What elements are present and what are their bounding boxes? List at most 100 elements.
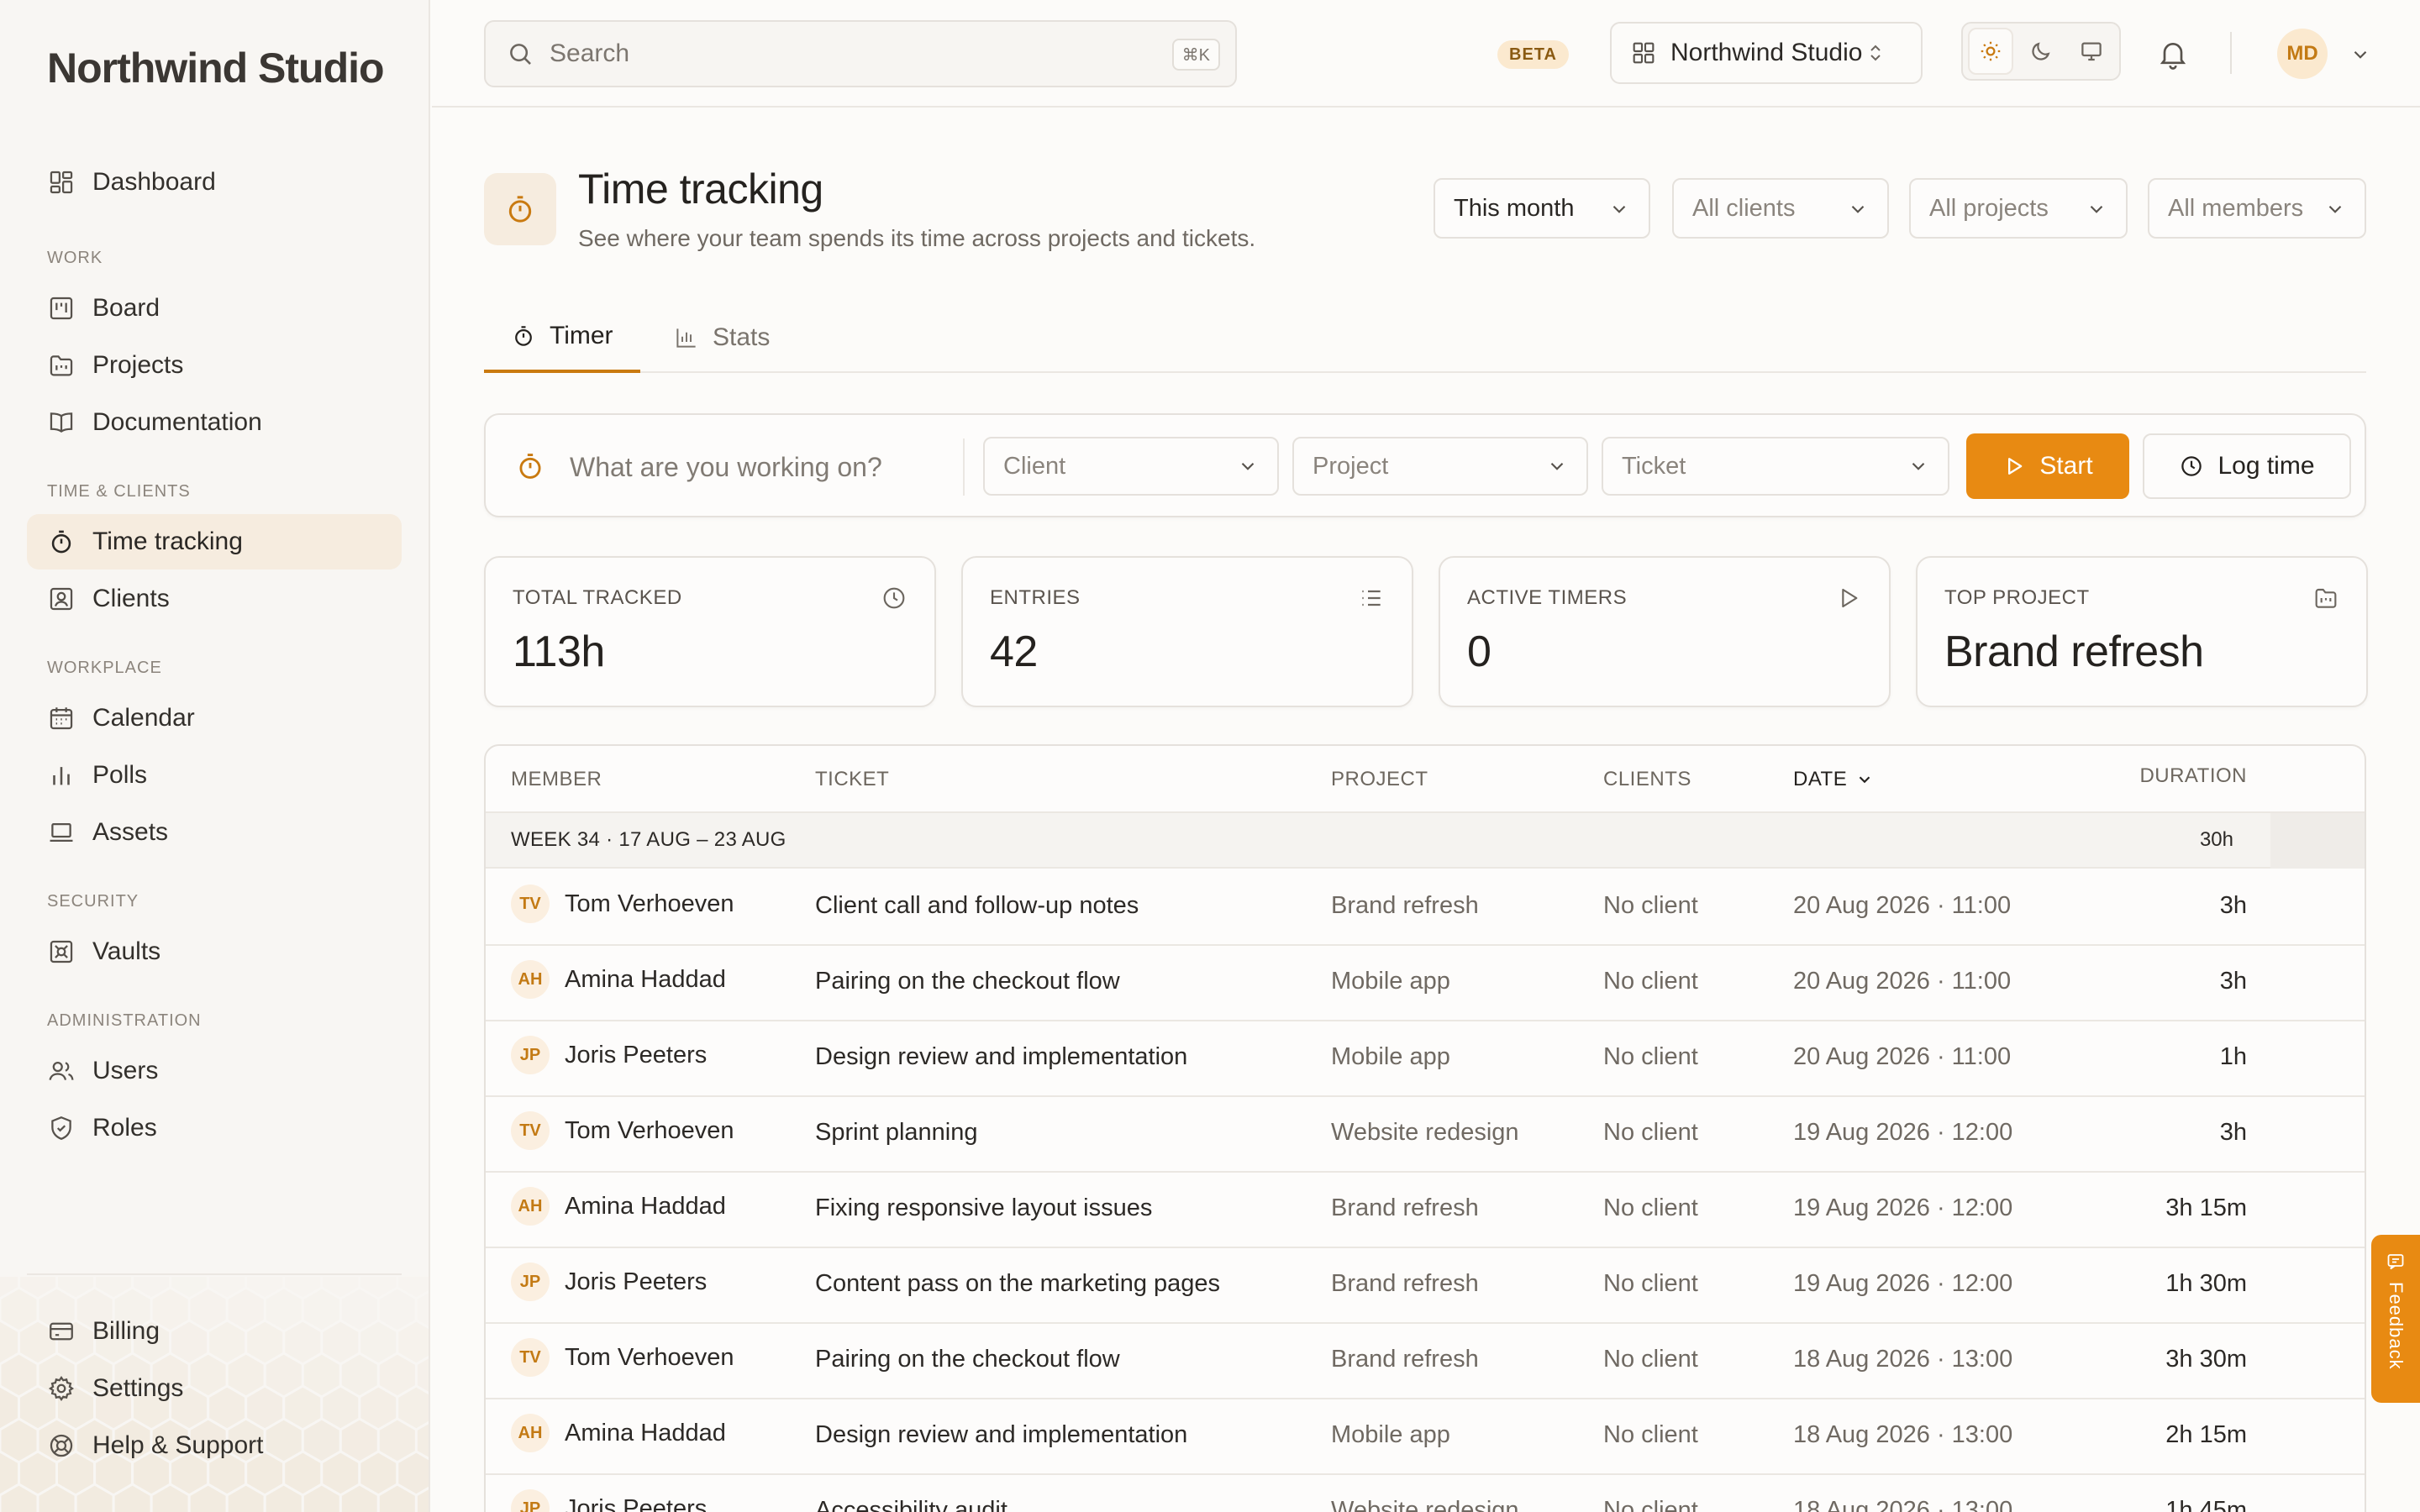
ticket-cell[interactable]: Content pass on the marketing pages xyxy=(815,1270,1220,1298)
log-time-label: Log time xyxy=(2217,452,2315,480)
ticket-cell[interactable]: Pairing on the checkout flow xyxy=(815,1346,1120,1373)
sidebar-item-clients[interactable]: Clients xyxy=(27,571,402,627)
sidebar-item-vaults[interactable]: Vaults xyxy=(27,924,402,979)
ticket-cell[interactable]: Design review and implementation xyxy=(815,1043,1187,1071)
feedback-tab[interactable]: Feedback xyxy=(2371,1235,2420,1403)
calendar-icon xyxy=(47,704,76,732)
sidebar-item-help[interactable]: Help & Support xyxy=(27,1418,402,1473)
theme-light-button[interactable] xyxy=(1968,28,2014,75)
member-cell: TV Tom Verhoeven xyxy=(511,1338,734,1377)
log-time-button[interactable]: Log time xyxy=(2143,433,2351,499)
members-filter[interactable]: All members xyxy=(2148,178,2366,239)
client-cell: No client xyxy=(1603,1270,1698,1297)
member-cell: AH Amina Haddad xyxy=(511,1187,726,1226)
project-cell: Brand refresh xyxy=(1331,1270,1479,1297)
brand-logo[interactable]: Northwind Studio xyxy=(47,44,385,92)
member-avatar: AH xyxy=(511,1187,550,1226)
sidebar-item-roles[interactable]: Roles xyxy=(27,1100,402,1156)
table-row[interactable]: AH Amina Haddad Fixing responsive layout i… xyxy=(486,1173,2365,1248)
topbar-divider xyxy=(2230,32,2232,74)
table-row[interactable]: TV Tom Verhoeven Client call and follow-up… xyxy=(486,870,2365,946)
tab-timer[interactable]: Timer xyxy=(484,302,640,373)
table-row[interactable]: JP Joris Peeters Design review and impleme… xyxy=(486,1021,2365,1097)
column-date-label: DATE xyxy=(1793,768,1848,790)
sidebar-item-label: Billing xyxy=(92,1317,160,1345)
table-row[interactable]: TV Tom Verhoeven Pairing on the checkout f… xyxy=(486,1324,2365,1399)
ticket-cell[interactable]: Client call and follow-up notes xyxy=(815,892,1139,920)
workspace-switcher[interactable]: Northwind Studio xyxy=(1610,22,1923,84)
project-cell: Mobile app xyxy=(1331,968,1450,995)
member-cell: AH Amina Haddad xyxy=(511,960,726,999)
theme-dark-button[interactable] xyxy=(2018,28,2064,75)
period-filter-value: This month xyxy=(1454,194,1575,222)
projects-filter-value: All projects xyxy=(1929,194,2049,222)
table-row[interactable]: TV Tom Verhoeven Sprint planning Website re… xyxy=(486,1097,2365,1173)
column-ticket[interactable]: TICKET xyxy=(815,768,889,791)
project-select[interactable]: Project xyxy=(1292,437,1588,496)
table-row[interactable]: JP Joris Peeters Content pass on the marke… xyxy=(486,1248,2365,1324)
project-cell: Brand refresh xyxy=(1331,892,1479,919)
week-group-row[interactable]: WEEK 34 · 17 AUG – 23 AUG 30h xyxy=(486,813,2365,869)
duration-cell: 3h xyxy=(2219,968,2247,995)
timer-description-input[interactable] xyxy=(570,440,939,494)
table-row[interactable]: AH Amina Haddad Pairing on the checkout fl… xyxy=(486,946,2365,1021)
nav-section-work: WORK xyxy=(47,249,103,267)
clock-icon xyxy=(881,585,908,612)
tab-label: Stats xyxy=(713,323,771,351)
column-clients[interactable]: CLIENTS xyxy=(1603,768,1691,791)
sidebar-item-projects[interactable]: Projects xyxy=(27,338,402,393)
projects-filter[interactable]: All projects xyxy=(1909,178,2128,239)
week-total: 30h xyxy=(2199,828,2233,851)
column-member[interactable]: MEMBER xyxy=(511,768,602,791)
sidebar-item-polls[interactable]: Polls xyxy=(27,748,402,803)
ticket-cell[interactable]: Fixing responsive layout issues xyxy=(815,1194,1152,1222)
sidebar-item-board[interactable]: Board xyxy=(27,281,402,336)
table-row[interactable]: AH Amina Haddad Design review and implemen… xyxy=(486,1399,2365,1475)
column-date[interactable]: DATE xyxy=(1793,768,1874,791)
clients-filter[interactable]: All clients xyxy=(1672,178,1889,239)
bar-chart-icon xyxy=(47,761,76,790)
column-duration[interactable]: DURATION xyxy=(2139,764,2247,788)
date-cell: 18 Aug 2026 · 13:00 xyxy=(1793,1346,2013,1373)
ticket-cell[interactable]: Design review and implementation xyxy=(815,1421,1187,1449)
sidebar-item-documentation[interactable]: Documentation xyxy=(27,395,402,450)
ticket-cell[interactable]: Pairing on the checkout flow xyxy=(815,968,1120,995)
folder-icon xyxy=(47,351,76,380)
chevron-up-down-icon xyxy=(1865,40,1886,66)
search-input[interactable] xyxy=(550,39,1138,68)
week-label: WEEK 34 · 17 AUG – 23 AUG xyxy=(511,828,786,851)
table-row[interactable]: JP Joris Peeters Accessibility audit Websit… xyxy=(486,1475,2365,1512)
sidebar-item-assets[interactable]: Assets xyxy=(27,805,402,860)
stopwatch-icon xyxy=(514,450,546,482)
ticket-cell[interactable]: Sprint planning xyxy=(815,1119,977,1147)
column-project[interactable]: PROJECT xyxy=(1331,768,1428,791)
notifications-button[interactable] xyxy=(2156,37,2190,71)
stat-card-total-tracked: TOTAL TRACKED 113h xyxy=(484,556,936,707)
start-timer-button[interactable]: Start xyxy=(1966,433,2129,499)
stat-card-entries: ENTRIES 42 xyxy=(961,556,1413,707)
member-cell: TV Tom Verhoeven xyxy=(511,1111,734,1150)
sidebar-item-label: Settings xyxy=(92,1374,184,1402)
member-name: Amina Haddad xyxy=(565,1419,726,1446)
ticket-select[interactable]: Ticket xyxy=(1602,437,1949,496)
ticket-cell[interactable]: Accessibility audit xyxy=(815,1497,1007,1512)
theme-toggle xyxy=(1961,22,2121,81)
client-cell: No client xyxy=(1603,1119,1698,1146)
client-select[interactable]: Client xyxy=(983,437,1279,496)
sidebar-item-time-tracking[interactable]: Time tracking xyxy=(27,514,402,570)
tab-stats[interactable]: Stats xyxy=(647,302,797,373)
member-avatar: JP xyxy=(511,1036,550,1074)
period-filter[interactable]: This month xyxy=(1434,178,1650,239)
duration-cell: 2h 15m xyxy=(2165,1421,2247,1448)
sidebar-item-users[interactable]: Users xyxy=(27,1043,402,1099)
sidebar-item-dashboard[interactable]: Dashboard xyxy=(27,155,402,210)
user-menu-button[interactable] xyxy=(2349,44,2371,66)
message-icon xyxy=(2386,1252,2406,1272)
sidebar-item-settings[interactable]: Settings xyxy=(27,1361,402,1416)
sidebar-item-calendar[interactable]: Calendar xyxy=(27,690,402,746)
beta-badge: BETA xyxy=(1497,40,1569,69)
search-box[interactable]: ⌘K xyxy=(484,20,1237,87)
sidebar-item-billing[interactable]: Billing xyxy=(27,1304,402,1359)
theme-system-button[interactable] xyxy=(2069,28,2114,75)
user-avatar[interactable]: MD xyxy=(2277,29,2328,79)
